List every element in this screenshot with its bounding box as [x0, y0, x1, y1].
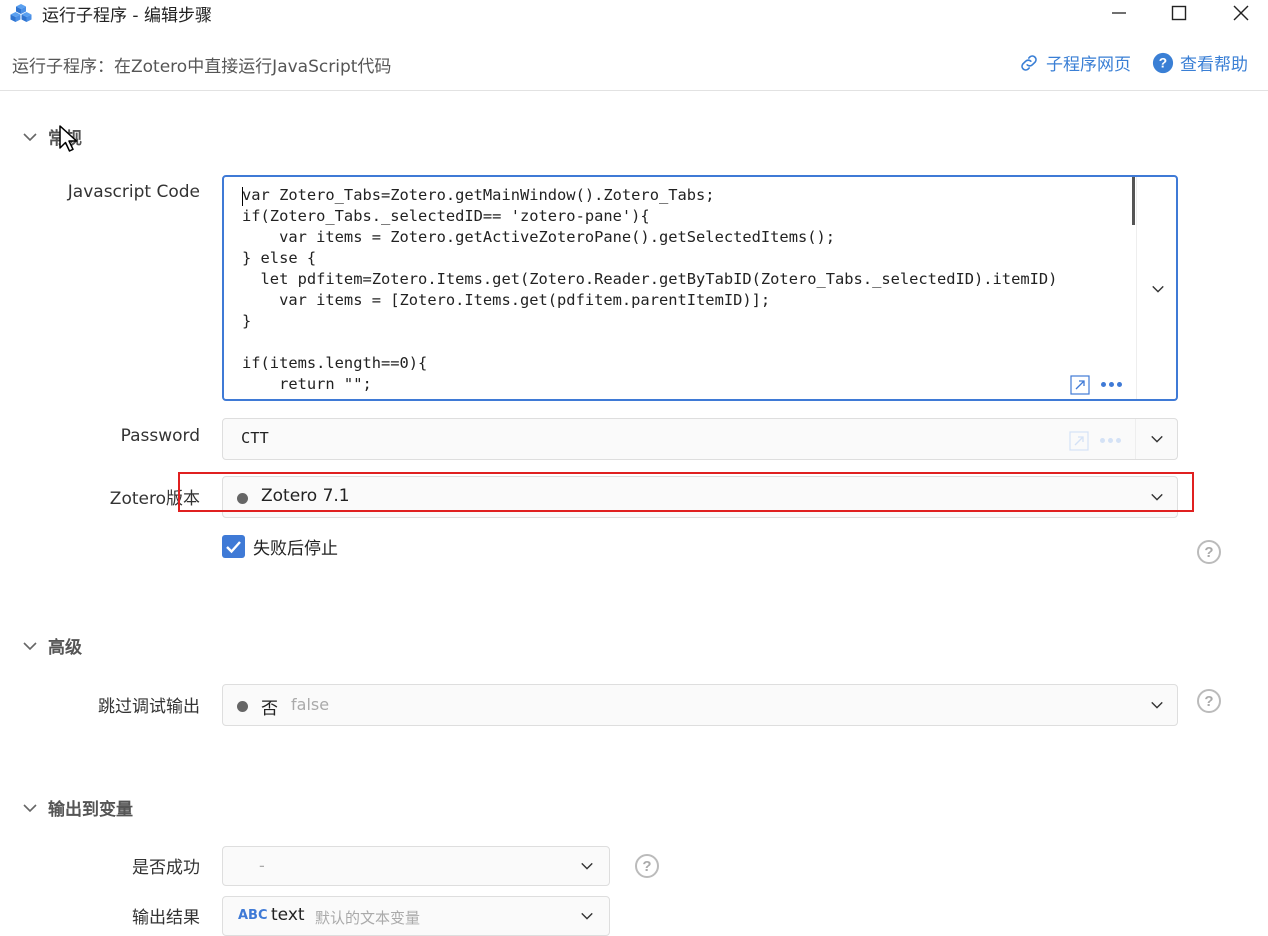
help-circle-icon[interactable]: ?	[635, 854, 659, 878]
section-output-title: 输出到变量	[48, 800, 133, 820]
chevron-down-icon	[1151, 435, 1163, 443]
maximize-button[interactable]	[1156, 0, 1202, 26]
code-line: let pdfitem=Zotero.Items.get(Zotero.Read…	[242, 270, 1058, 288]
window-title: 运行子程序 - 编辑步骤	[42, 6, 212, 26]
close-icon	[1233, 5, 1249, 21]
expand-arrow-icon[interactable]	[1070, 375, 1090, 395]
result-value: text	[271, 905, 305, 925]
code-scrollbar-thumb[interactable]	[1132, 177, 1135, 225]
header-divider	[0, 90, 1268, 91]
js-code-text[interactable]: var Zotero_Tabs=Zotero.getMainWindow().Z…	[242, 185, 1122, 395]
title-bar: 运行子程序 - 编辑步骤	[0, 0, 1268, 26]
code-line: var items = Zotero.getActiveZoteroPane()…	[242, 228, 836, 246]
zotero-version-label: Zotero版本	[109, 489, 200, 509]
result-label: 输出结果	[132, 908, 200, 928]
js-code-dropdown[interactable]	[1144, 277, 1172, 301]
js-code-label: Javascript Code	[67, 182, 200, 202]
password-dropdown[interactable]	[1143, 428, 1171, 450]
code-line: }	[242, 312, 252, 330]
chevron-down-icon	[23, 641, 37, 650]
section-output-toggle[interactable]: 输出到变量	[22, 795, 133, 820]
section-advanced-toggle[interactable]: 高级	[22, 633, 82, 658]
password-label: Password	[120, 426, 200, 446]
subprogram-link[interactable]: 子程序网页	[1018, 50, 1131, 75]
chevron-down-icon	[581, 912, 593, 920]
skip-debug-value: 否	[261, 699, 278, 719]
chevron-down-icon	[581, 862, 593, 870]
code-scroll-track	[1136, 177, 1137, 399]
more-dots-icon[interactable]	[1101, 382, 1122, 387]
close-button[interactable]	[1218, 0, 1264, 26]
link-icon	[1021, 54, 1037, 71]
mouse-cursor-icon	[59, 125, 78, 152]
success-select[interactable]: -	[222, 846, 610, 886]
skip-debug-select[interactable]: 否 false	[222, 684, 1178, 726]
password-field[interactable]: CTT	[222, 418, 1178, 460]
question-circle-icon: ?	[1152, 52, 1174, 73]
code-line: return "";	[242, 375, 372, 393]
success-value: -	[259, 856, 265, 875]
help-circle-icon[interactable]: ?	[1197, 689, 1221, 713]
password-value: CTT	[241, 429, 269, 447]
js-code-editor[interactable]: var Zotero_Tabs=Zotero.getMainWindow().Z…	[222, 175, 1178, 401]
step-description: 运行子程序：在Zotero中直接运行JavaScript代码	[12, 57, 392, 77]
code-line: } else {	[242, 249, 317, 267]
chevron-down-icon	[23, 132, 37, 141]
text-cursor	[242, 187, 243, 206]
code-line: var items = [Zotero.Items.get(pdfitem.pa…	[242, 291, 771, 309]
minimize-icon	[1112, 12, 1126, 14]
result-select[interactable]: ABC text 默认的文本变量	[222, 896, 610, 936]
stop-on-fail-label: 失败后停止	[253, 539, 338, 559]
success-dropdown[interactable]	[573, 855, 601, 877]
maximize-icon	[1171, 5, 1187, 21]
success-label: 是否成功	[132, 858, 200, 878]
more-dots-icon[interactable]	[1100, 438, 1121, 443]
result-dropdown[interactable]	[573, 905, 601, 927]
svg-text:?: ?	[1159, 55, 1167, 70]
help-circle-icon[interactable]: ?	[1197, 540, 1221, 564]
chevron-down-icon	[1151, 701, 1163, 709]
skip-debug-dropdown[interactable]	[1143, 694, 1171, 716]
chevron-down-icon	[1152, 285, 1164, 293]
field-separator	[1135, 419, 1136, 459]
stop-on-fail-checkbox[interactable]: 失败后停止	[222, 534, 338, 559]
code-line: if(Zotero_Tabs._selectedID== 'zotero-pan…	[242, 207, 650, 225]
checkbox-checked-icon	[222, 535, 245, 558]
text-type-badge: ABC	[238, 908, 268, 923]
code-line: if(items.length==0){	[242, 354, 428, 372]
highlight-box	[178, 472, 1194, 512]
minimize-button[interactable]	[1096, 0, 1142, 26]
expand-arrow-icon[interactable]	[1069, 431, 1089, 451]
subprogram-link-label: 子程序网页	[1046, 55, 1131, 75]
result-hint: 默认的文本变量	[315, 909, 421, 927]
chevron-down-icon	[23, 803, 37, 812]
app-cubes-icon	[10, 4, 32, 22]
section-advanced-title: 高级	[48, 638, 82, 658]
help-link[interactable]: ? 查看帮助	[1152, 50, 1248, 75]
skip-debug-hint: false	[291, 695, 330, 714]
skip-debug-label: 跳过调试输出	[98, 697, 200, 717]
option-dot-icon	[237, 701, 248, 712]
code-line: var Zotero_Tabs=Zotero.getMainWindow().Z…	[242, 186, 715, 204]
help-link-label: 查看帮助	[1180, 55, 1248, 75]
